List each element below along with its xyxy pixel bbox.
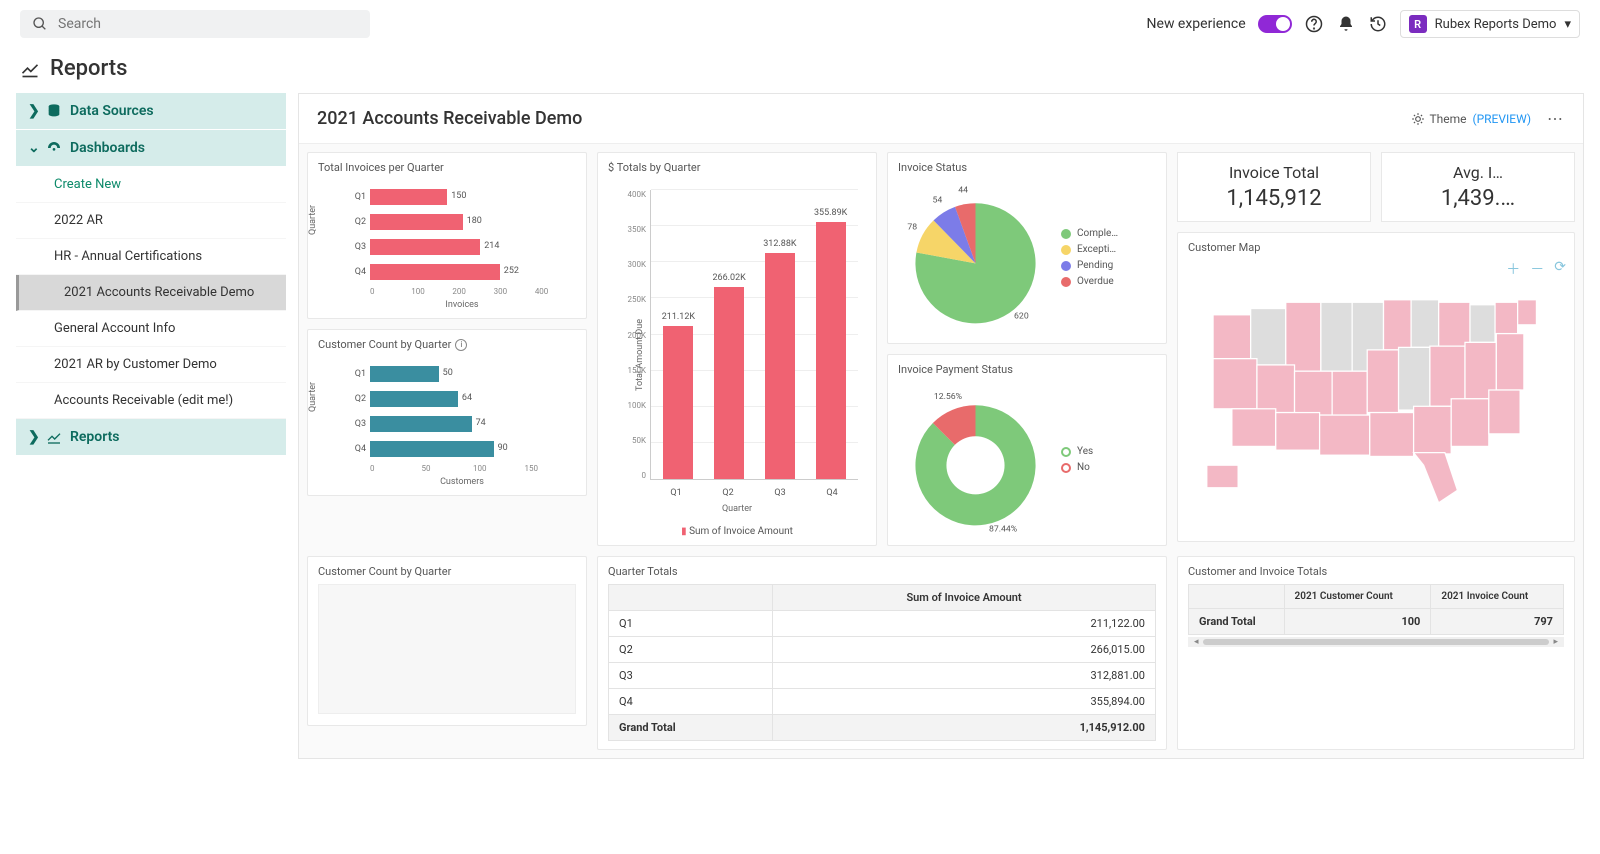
- legend-item: Excepti…: [1061, 244, 1118, 255]
- theme-label: Theme: [1429, 112, 1466, 126]
- dashboard-title: 2021 Accounts Receivable Demo: [317, 108, 1411, 129]
- sidebar-item-2022-ar[interactable]: 2022 AR: [16, 203, 286, 239]
- theme-icon[interactable]: [1411, 112, 1425, 126]
- profile-label: Rubex Reports Demo: [1435, 17, 1557, 32]
- us-map: [1188, 260, 1564, 520]
- widget-invoice-status[interactable]: Invoice Status 620785444 Comple…Excepti……: [887, 152, 1167, 344]
- dashboard-content: 2021 Accounts Receivable Demo Theme (PRE…: [298, 93, 1584, 759]
- topbar: New experience R Rubex Reports Demo ▾: [0, 0, 1600, 48]
- widget-quarter-totals[interactable]: Quarter Totals Sum of Invoice AmountQ121…: [597, 556, 1167, 750]
- search-icon: [32, 16, 48, 32]
- more-icon[interactable]: ⋯: [1547, 109, 1565, 128]
- page-title: Reports: [50, 56, 127, 81]
- widget-payment-status[interactable]: Invoice Payment Status 87.44%12.56% YesN…: [887, 354, 1167, 546]
- horizontal-scrollbar[interactable]: ◂ ▸: [1188, 637, 1564, 647]
- legend-item: No: [1061, 462, 1093, 473]
- svg-text:12.56%: 12.56%: [934, 392, 962, 402]
- chevron-right-icon: ❯: [28, 103, 38, 119]
- legend-item: Comple…: [1061, 228, 1118, 239]
- bar-icon: ▮: [681, 526, 687, 537]
- sidebar-item-2021-ar-customer[interactable]: 2021 AR by Customer Demo: [16, 347, 286, 383]
- bell-icon[interactable]: [1336, 14, 1356, 34]
- widget-customer-invoice-totals[interactable]: Customer and Invoice Totals 2021 Custome…: [1177, 556, 1575, 750]
- widget-customer-count-table[interactable]: Customer Count by Quarter: [307, 556, 587, 726]
- sidebar: ❯ Data Sources ⌄ Dashboards Create New 2…: [16, 93, 286, 456]
- widget-customer-map[interactable]: Customer Map ＋ － ⟳: [1177, 232, 1575, 542]
- chevron-down-icon: ⌄: [28, 140, 38, 156]
- nav-reports[interactable]: ❯ Reports: [16, 419, 286, 456]
- theme-preview-link[interactable]: (PREVIEW): [1472, 112, 1531, 126]
- search-input[interactable]: [58, 16, 358, 32]
- new-experience-label: New experience: [1147, 16, 1246, 32]
- svg-text:78: 78: [907, 223, 917, 233]
- zoom-out-icon[interactable]: －: [1530, 259, 1544, 279]
- legend-item: Yes: [1061, 446, 1093, 457]
- info-icon[interactable]: i: [455, 339, 467, 351]
- profile-menu[interactable]: R Rubex Reports Demo ▾: [1400, 10, 1580, 38]
- legend-item: Overdue: [1061, 276, 1118, 287]
- sidebar-item-ar-edit[interactable]: Accounts Receivable (edit me!): [16, 383, 286, 419]
- page-title-row: Reports: [0, 48, 1600, 93]
- sidebar-item-general-account[interactable]: General Account Info: [16, 311, 286, 347]
- nav-dashboards[interactable]: ⌄ Dashboards: [16, 130, 286, 167]
- kpi-avg-invoice[interactable]: Avg. I… 1,439.…: [1381, 152, 1575, 222]
- legend-item: Pending: [1061, 260, 1118, 271]
- widget-invoices-per-quarter[interactable]: Total Invoices per Quarter QuarterQ1150Q…: [307, 152, 587, 319]
- gauge-icon: [46, 140, 62, 156]
- chart-icon: [46, 429, 62, 445]
- zoom-in-icon[interactable]: ＋: [1506, 259, 1520, 279]
- avatar: R: [1409, 15, 1427, 33]
- reset-icon[interactable]: ⟳: [1554, 259, 1566, 279]
- svg-text:54: 54: [932, 196, 942, 206]
- chevron-down-icon: ▾: [1564, 17, 1571, 32]
- sidebar-item-2021-ar-demo[interactable]: 2021 Accounts Receivable Demo: [16, 275, 286, 311]
- nav-data-sources[interactable]: ❯ Data Sources: [16, 93, 286, 130]
- database-icon: [46, 103, 62, 119]
- new-experience-toggle[interactable]: [1258, 15, 1292, 33]
- reports-icon: [20, 59, 40, 79]
- sidebar-create-new[interactable]: Create New: [16, 167, 286, 203]
- customer-invoice-table: 2021 Customer Count2021 Invoice Count Gr…: [1188, 584, 1564, 635]
- content-header: 2021 Accounts Receivable Demo Theme (PRE…: [299, 94, 1583, 144]
- history-icon[interactable]: [1368, 14, 1388, 34]
- widget-customer-count-quarter[interactable]: Customer Count by Quarter i QuarterQ150Q…: [307, 329, 587, 496]
- sidebar-item-hr-cert[interactable]: HR - Annual Certifications: [16, 239, 286, 275]
- svg-text:620: 620: [1014, 311, 1029, 321]
- quarter-totals-table: Sum of Invoice AmountQ1211,122.00Q2266,0…: [608, 584, 1156, 741]
- search-box[interactable]: [20, 10, 370, 38]
- svg-text:44: 44: [958, 186, 968, 196]
- widget-totals-by-quarter[interactable]: $ Totals by Quarter Total Amount Due400K…: [597, 152, 877, 546]
- svg-text:87.44%: 87.44%: [989, 524, 1017, 534]
- chevron-right-icon: ❯: [28, 429, 38, 445]
- kpi-invoice-total[interactable]: Invoice Total 1,145,912: [1177, 152, 1371, 222]
- help-icon[interactable]: [1304, 14, 1324, 34]
